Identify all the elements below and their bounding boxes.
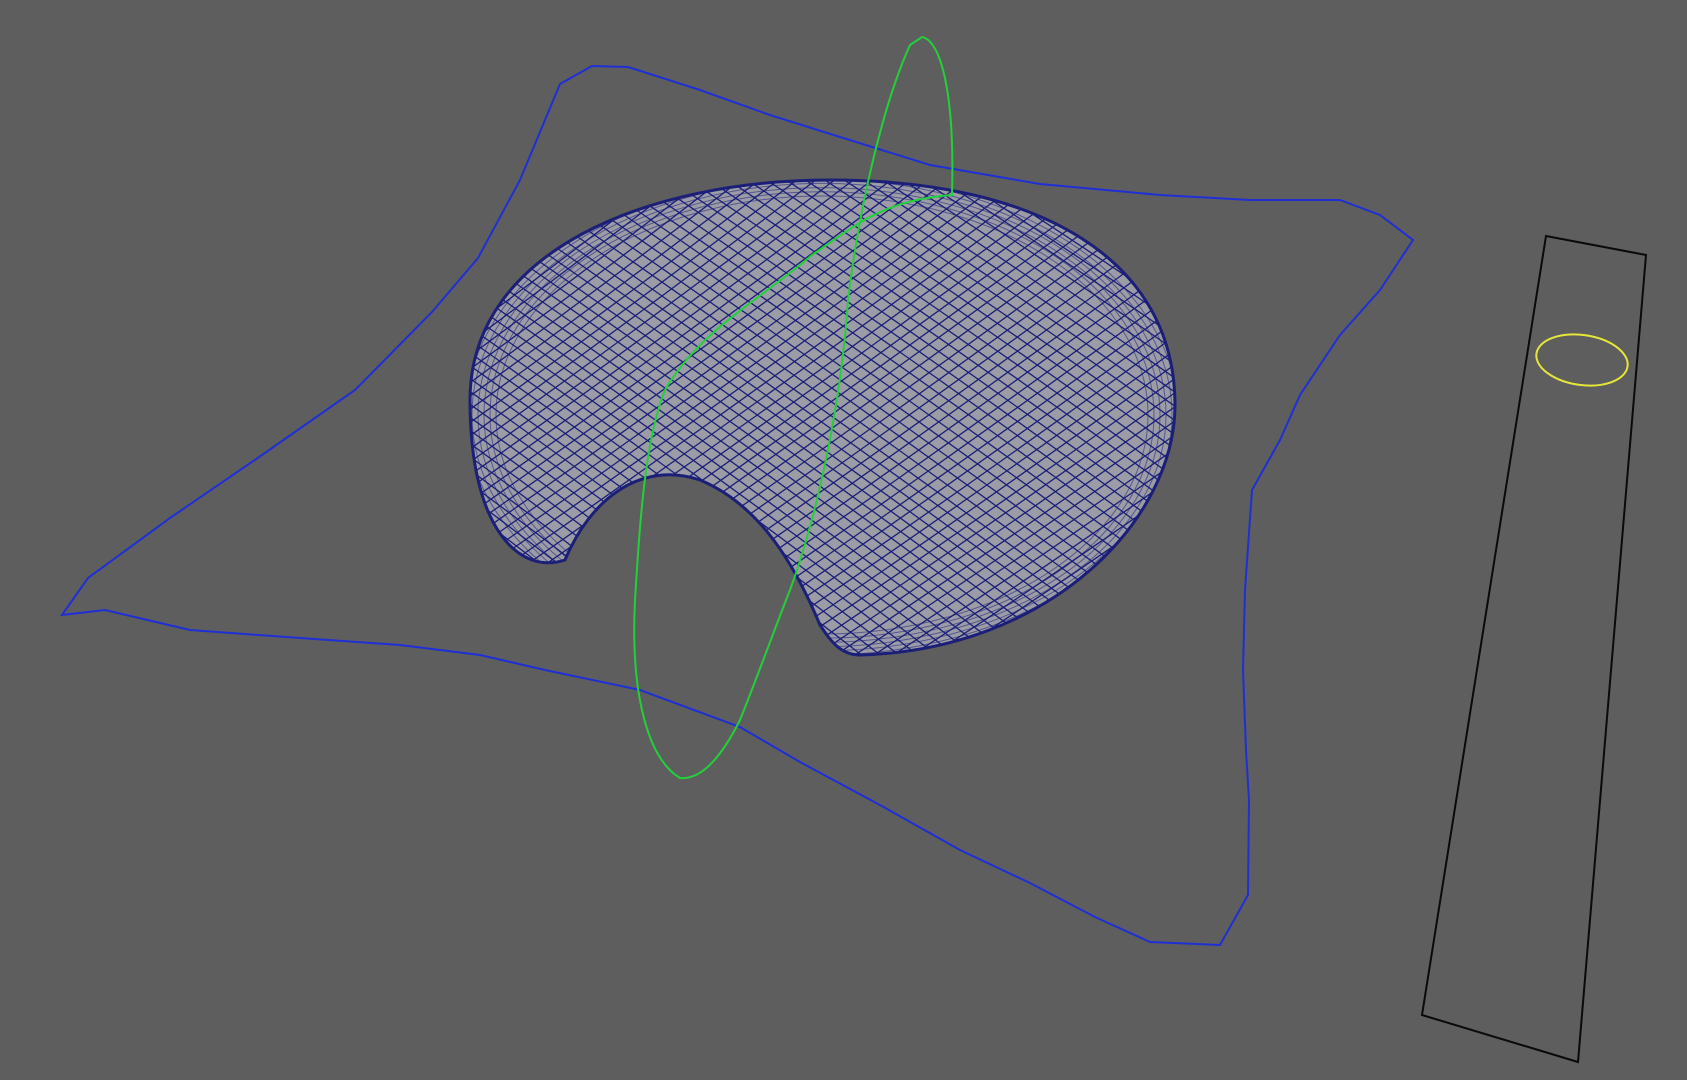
3d-viewport[interactable]: [0, 0, 1687, 1080]
image-plane-outline[interactable]: [1420, 234, 1648, 1064]
yellow-circle-curve[interactable]: [1533, 329, 1631, 391]
scene-canvas[interactable]: [0, 0, 1687, 1080]
nurbs-surface[interactable]: [0, 115, 1687, 715]
